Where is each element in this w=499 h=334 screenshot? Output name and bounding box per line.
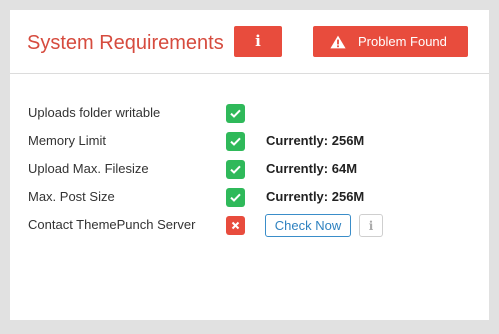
requirement-row-memory-limit: Memory Limit Currently: 256M — [10, 130, 489, 152]
check-icon — [226, 160, 245, 179]
warning-icon — [330, 35, 346, 49]
panel-header: System Requirements i Problem Found — [10, 10, 489, 74]
info-icon: i — [368, 218, 374, 233]
check-icon — [226, 132, 245, 151]
server-info-button[interactable]: i — [359, 214, 383, 237]
requirement-label: Contact ThemePunch Server — [28, 217, 196, 232]
requirement-label: Uploads folder writable — [28, 105, 161, 120]
requirement-value: Currently: 256M — [266, 133, 365, 148]
requirement-label: Memory Limit — [28, 133, 107, 148]
requirement-label: Max. Post Size — [28, 189, 115, 204]
requirement-value: Currently: 256M — [266, 189, 365, 204]
panel-title: System Requirements — [27, 32, 224, 54]
requirement-row-upload-max-filesize: Upload Max. Filesize Currently: 64M — [10, 158, 489, 180]
requirement-row-max-post-size: Max. Post Size Currently: 256M — [10, 186, 489, 208]
info-icon: i — [255, 32, 261, 50]
requirement-row-uploads-folder: Uploads folder writable — [10, 102, 489, 124]
problem-found-button[interactable]: Problem Found — [313, 26, 468, 57]
requirement-label: Upload Max. Filesize — [28, 161, 149, 176]
info-button[interactable]: i — [234, 26, 282, 57]
close-icon — [226, 216, 245, 235]
check-icon — [226, 188, 245, 207]
requirement-row-contact-server: Contact ThemePunch Server Check Now i — [10, 214, 489, 237]
system-requirements-panel: System Requirements i Problem Found Uplo… — [10, 10, 489, 320]
problem-found-label: Problem Found — [358, 34, 447, 49]
check-icon — [226, 104, 245, 123]
check-now-button[interactable]: Check Now — [265, 214, 351, 237]
requirement-value: Currently: 64M — [266, 161, 358, 176]
